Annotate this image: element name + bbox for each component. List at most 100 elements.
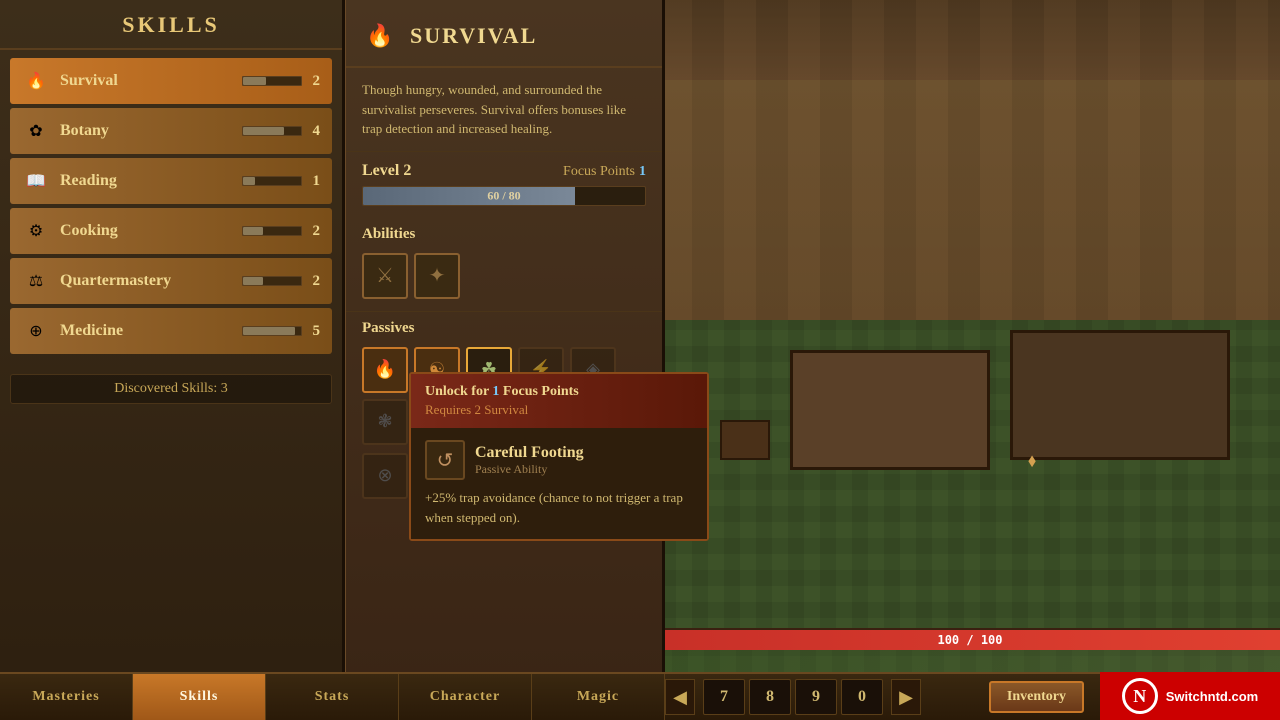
xp-bar-fill — [363, 187, 575, 205]
bottom-nav: Masteries Skills Stats Character Magic — [0, 672, 665, 720]
tab-magic[interactable]: Magic — [532, 674, 665, 720]
skill-list: 🔥 Survival 2 ✿ Botany 4 📖 Reading — [0, 50, 342, 366]
medicine-bar-fill — [243, 327, 295, 335]
tooltip-ability-info: Careful Footing Passive Ability — [475, 444, 584, 477]
reading-label: Reading — [60, 172, 242, 190]
tooltip-popup: Unlock for 1 Focus Points Requires 2 Sur… — [409, 372, 709, 541]
nintendo-badge: N Switchntd.com — [1100, 672, 1280, 720]
detail-skill-title: Survival — [410, 23, 537, 49]
survival-label: Survival — [60, 72, 242, 90]
reading-icon: 📖 — [22, 167, 50, 195]
survival-level: 2 — [308, 73, 320, 90]
passive-slot-fire[interactable]: 🔥 — [362, 347, 408, 393]
tooltip-header: Unlock for 1 Focus Points Requires 2 Sur… — [411, 374, 707, 428]
skill-item-botany[interactable]: ✿ Botany 4 — [10, 108, 332, 154]
hp-bar-text: 100 / 100 — [937, 633, 1002, 647]
detail-description: Though hungry, wounded, and surrounded t… — [346, 68, 662, 152]
hud-arrow-right[interactable]: ▶ — [891, 679, 921, 715]
passive-slot-dot6[interactable]: ❃ — [362, 399, 408, 445]
botany-bar — [242, 126, 302, 136]
passive-slot-lungs[interactable]: ⊗ — [362, 453, 408, 499]
discovered-box: Discovered Skills: 3 — [10, 374, 332, 404]
cooking-label: Cooking — [60, 222, 242, 240]
skill-item-cooking[interactable]: ⚙ Cooking 2 — [10, 208, 332, 254]
reading-bar — [242, 176, 302, 186]
skill-item-reading[interactable]: 📖 Reading 1 — [10, 158, 332, 204]
detail-skill-icon: 🔥 — [362, 18, 398, 54]
botany-label: Botany — [60, 122, 242, 140]
focus-points-display: Focus Points 1 — [563, 162, 646, 180]
building-bottom-mid — [1010, 330, 1230, 460]
hud-slot-8[interactable]: 8 — [749, 679, 791, 715]
tooltip-ability-icon: ↺ — [425, 440, 465, 480]
tooltip-unlock-line: Unlock for 1 Focus Points — [425, 384, 693, 400]
discovered-text: Discovered Skills: 3 — [23, 381, 319, 397]
quartermastery-bar-fill — [243, 277, 263, 285]
xp-bar-container: 60 / 80 — [362, 186, 646, 206]
ability-slot-1[interactable]: ⚔ — [362, 253, 408, 299]
abilities-row: ⚔ ✦ — [346, 249, 662, 312]
tooltip-ability-header: ↺ Careful Footing Passive Ability — [425, 440, 693, 480]
tab-skills[interactable]: Skills — [133, 674, 266, 720]
reading-bar-container: 1 — [242, 173, 320, 190]
survival-bar — [242, 76, 302, 86]
quartermastery-level: 2 — [308, 273, 320, 290]
nintendo-logo: N — [1122, 678, 1158, 714]
xp-bar: 60 / 80 — [362, 186, 646, 206]
skill-detail-panel: 🔥 Survival Though hungry, wounded, and s… — [345, 0, 665, 680]
hud-slot-9[interactable]: 9 — [795, 679, 837, 715]
medicine-icon: ⊕ — [22, 317, 50, 345]
skill-item-quartermastery[interactable]: ⚖ Quartermastery 2 — [10, 258, 332, 304]
tab-stats[interactable]: Stats — [266, 674, 399, 720]
tooltip-unlock-suffix: Focus Points — [499, 384, 578, 399]
focus-points-value: 1 — [639, 164, 646, 179]
nintendo-site-text: Switchntd.com — [1166, 689, 1258, 704]
interior-floor — [660, 0, 1280, 320]
passives-section-label: Passives — [346, 312, 662, 343]
tab-character[interactable]: Character — [399, 674, 532, 720]
hp-bar-container: 100 / 100 — [660, 628, 1280, 650]
cooking-icon: ⚙ — [22, 217, 50, 245]
xp-bar-label: 60 / 80 — [487, 188, 520, 203]
cooking-bar-container: 2 — [242, 223, 320, 240]
tooltip-effect-text: +25% trap avoidance (chance to not trigg… — [425, 488, 693, 527]
hud-arrow-left[interactable]: ◀ — [665, 679, 695, 715]
quartermastery-bar — [242, 276, 302, 286]
tooltip-body: ↺ Careful Footing Passive Ability +25% t… — [411, 428, 707, 539]
medicine-bar — [242, 326, 302, 336]
inventory-button[interactable]: Inventory — [989, 681, 1084, 713]
medicine-bar-container: 5 — [242, 323, 320, 340]
hud-slot-0[interactable]: 0 — [841, 679, 883, 715]
level-row: Level 2 Focus Points 1 — [346, 152, 662, 186]
hud-slot-7[interactable]: 7 — [703, 679, 745, 715]
survival-bar-container: 2 — [242, 73, 320, 90]
hud-number-row: 7 8 9 0 — [695, 679, 891, 715]
cooking-bar — [242, 226, 302, 236]
botany-bar-container: 4 — [242, 123, 320, 140]
botany-bar-fill — [243, 127, 284, 135]
reading-bar-fill — [243, 177, 255, 185]
tooltip-ability-name: Careful Footing — [475, 444, 584, 462]
reading-level: 1 — [308, 173, 320, 190]
quartermastery-bar-container: 2 — [242, 273, 320, 290]
skills-panel: Skills 🔥 Survival 2 ✿ Botany 4 — [0, 0, 345, 672]
level-text: Level 2 — [362, 162, 411, 180]
survival-icon: 🔥 — [22, 67, 50, 95]
crate-cluster — [720, 420, 770, 460]
skill-item-survival[interactable]: 🔥 Survival 2 — [10, 58, 332, 104]
tooltip-ability-type: Passive Ability — [475, 462, 584, 477]
building-bottom-left — [790, 350, 990, 470]
char-bottom1: ⬧ — [1028, 450, 1036, 471]
cooking-bar-fill — [243, 227, 263, 235]
focus-points-label: Focus Points — [563, 164, 635, 179]
quartermastery-icon: ⚖ — [22, 267, 50, 295]
ability-slot-2[interactable]: ✦ — [414, 253, 460, 299]
abilities-section-label: Abilities — [346, 218, 662, 249]
medicine-level: 5 — [308, 323, 320, 340]
detail-header: 🔥 Survival — [346, 0, 662, 68]
botany-level: 4 — [308, 123, 320, 140]
tooltip-requires-text: Requires 2 Survival — [425, 402, 693, 418]
tab-masteries[interactable]: Masteries — [0, 674, 133, 720]
exterior-area: ⬧ — [660, 320, 1280, 650]
skill-item-medicine[interactable]: ⊕ Medicine 5 — [10, 308, 332, 354]
